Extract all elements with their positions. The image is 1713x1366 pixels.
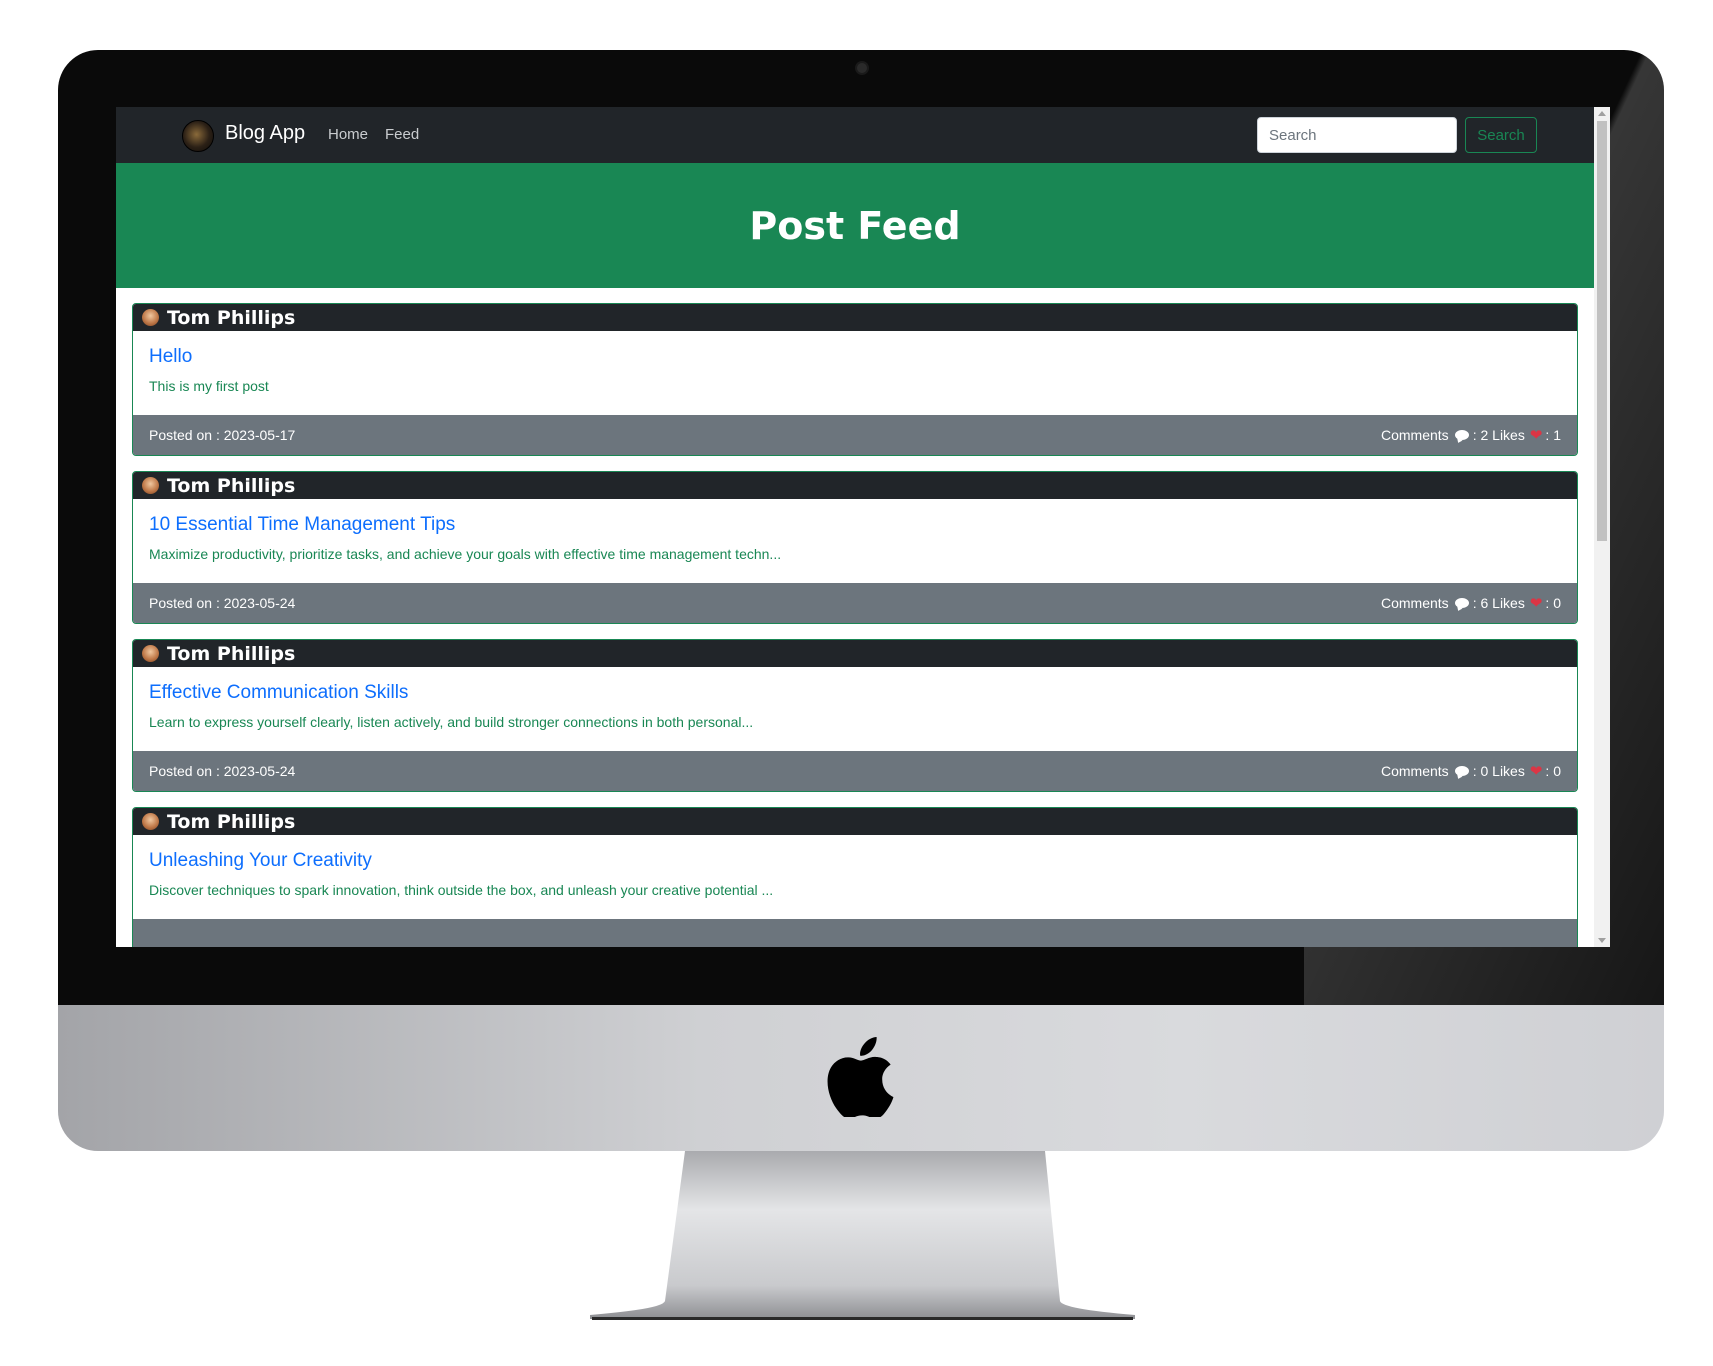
post-card-header: Tom Phillips <box>133 304 1577 331</box>
post-card-footer <box>133 919 1577 947</box>
brand-logo[interactable] <box>182 120 214 152</box>
author-name: Tom Phillips <box>167 642 296 665</box>
post-excerpt: Discover techniques to spark innovation,… <box>149 882 774 898</box>
post-card-body: Unleashing Your Creativity Discover tech… <box>133 835 1577 919</box>
comments-count: : 0 <box>1472 763 1489 779</box>
posted-on: Posted on : 2023-05-17 <box>149 427 295 443</box>
nav-link-feed[interactable]: Feed <box>385 126 419 143</box>
post-stats: Comments : 2 Likes ❤ : 1 <box>1381 426 1561 444</box>
author-name: Tom Phillips <box>167 474 296 497</box>
scroll-thumb[interactable] <box>1597 121 1607 541</box>
post-title-link[interactable]: Unleashing Your Creativity <box>149 835 1561 872</box>
imac-stand <box>590 1151 1135 1320</box>
post-card-header: Tom Phillips <box>133 640 1577 667</box>
post-card-footer: Posted on : 2023-05-24 Comments : 0 Like… <box>133 751 1577 791</box>
heart-icon: ❤ <box>1529 427 1543 444</box>
post-date: 2023-05-24 <box>223 595 296 611</box>
comments-label: Comments <box>1381 763 1449 779</box>
post-card: Tom Phillips Hello This is my first post… <box>132 303 1578 456</box>
page-title: Post Feed <box>749 203 961 248</box>
posted-on: Posted on : 2023-05-24 <box>149 595 295 611</box>
post-excerpt: This is my first post <box>149 378 269 394</box>
posted-on-label: Posted on : <box>149 595 224 611</box>
post-card-footer: Posted on : 2023-05-24 Comments : 6 Like… <box>133 583 1577 623</box>
post-card: Tom Phillips Unleashing Your Creativity … <box>132 807 1578 947</box>
nav-link-home[interactable]: Home <box>328 126 368 143</box>
camera-dot <box>857 63 867 73</box>
post-card: Tom Phillips 10 Essential Time Managemen… <box>132 471 1578 624</box>
comments-label: Comments <box>1381 595 1449 611</box>
author-avatar <box>142 477 159 494</box>
browser-screen: Blog App Home Feed Search Post Feed Tom … <box>116 107 1610 947</box>
posted-on-label: Posted on : <box>149 427 224 443</box>
post-excerpt: Maximize productivity, prioritize tasks,… <box>149 546 782 562</box>
post-feed: Tom Phillips Hello This is my first post… <box>116 288 1594 947</box>
post-card-header: Tom Phillips <box>133 472 1577 499</box>
post-stats: Comments : 6 Likes ❤ : 0 <box>1381 594 1561 612</box>
post-title-link[interactable]: Hello <box>149 331 1561 368</box>
author-avatar <box>142 645 159 662</box>
author-name: Tom Phillips <box>167 306 296 329</box>
page-scrollbar[interactable] <box>1594 107 1610 947</box>
post-title-link[interactable]: Effective Communication Skills <box>149 667 1561 704</box>
scroll-up-arrow-icon[interactable] <box>1598 111 1606 116</box>
likes-count: : 0 <box>1545 595 1561 611</box>
posted-on: Posted on : 2023-05-24 <box>149 763 295 779</box>
author-avatar <box>142 309 159 326</box>
heart-icon: ❤ <box>1529 595 1543 612</box>
search-button[interactable]: Search <box>1465 117 1537 153</box>
post-excerpt: Learn to express yourself clearly, liste… <box>149 714 754 730</box>
post-card: Tom Phillips Effective Communication Ski… <box>132 639 1578 792</box>
post-date: 2023-05-17 <box>223 427 296 443</box>
posted-on-label: Posted on : <box>149 763 224 779</box>
navbar: Blog App Home Feed Search <box>116 107 1594 163</box>
search-input[interactable] <box>1257 117 1457 153</box>
author-name: Tom Phillips <box>167 810 296 833</box>
comments-count: : 6 <box>1472 595 1489 611</box>
likes-label: Likes <box>1492 763 1525 779</box>
comments-count: : 2 <box>1472 427 1489 443</box>
scroll-down-arrow-icon[interactable] <box>1598 938 1606 943</box>
likes-label: Likes <box>1492 595 1525 611</box>
comments-label: Comments <box>1381 427 1449 443</box>
likes-count: : 1 <box>1545 427 1561 443</box>
post-title-link[interactable]: 10 Essential Time Management Tips <box>149 499 1561 536</box>
likes-count: : 0 <box>1545 763 1561 779</box>
apple-logo-icon <box>827 1037 894 1117</box>
post-date: 2023-05-24 <box>223 763 296 779</box>
imac-chin <box>58 1005 1664 1151</box>
comment-bubble-icon <box>1454 766 1469 776</box>
comment-bubble-icon <box>1454 598 1469 608</box>
heart-icon: ❤ <box>1529 763 1543 780</box>
blog-page: Blog App Home Feed Search Post Feed Tom … <box>116 107 1594 947</box>
post-card-body: Hello This is my first post <box>133 331 1577 415</box>
author-avatar <box>142 813 159 830</box>
likes-label: Likes <box>1492 427 1525 443</box>
post-card-footer: Posted on : 2023-05-17 Comments : 2 Like… <box>133 415 1577 455</box>
hero-banner: Post Feed <box>116 163 1594 288</box>
post-card-body: 10 Essential Time Management Tips Maximi… <box>133 499 1577 583</box>
post-card-body: Effective Communication Skills Learn to … <box>133 667 1577 751</box>
post-card-header: Tom Phillips <box>133 808 1577 835</box>
comment-bubble-icon <box>1454 430 1469 440</box>
brand-name[interactable]: Blog App <box>225 122 305 145</box>
post-stats: Comments : 0 Likes ❤ : 0 <box>1381 762 1561 780</box>
